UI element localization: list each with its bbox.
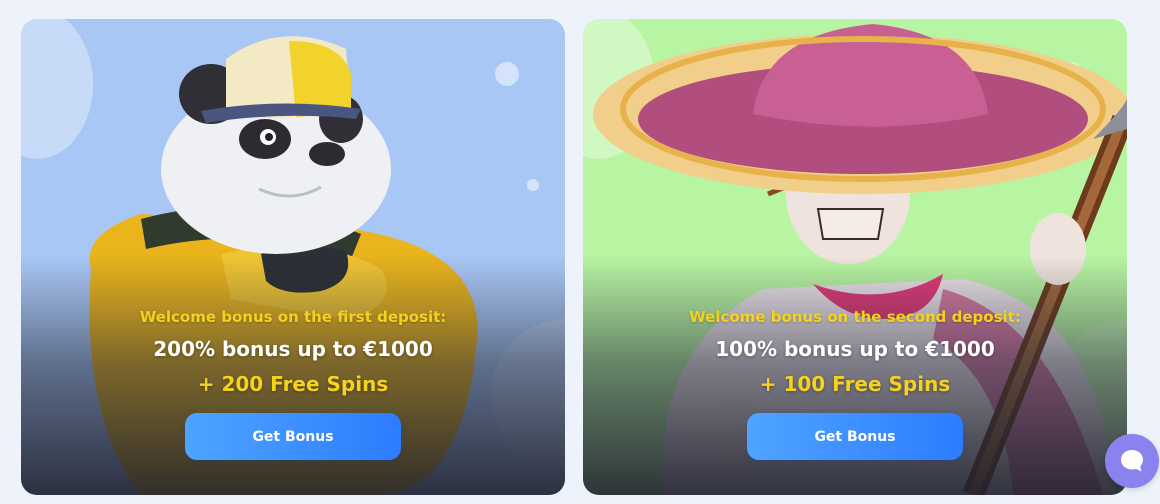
get-bonus-button[interactable]: Get Bonus <box>185 413 401 460</box>
bonus-card-first-deposit: Welcome bonus on the first deposit: 200%… <box>21 19 565 495</box>
bonus-subtitle: Welcome bonus on the second deposit: <box>689 308 1021 326</box>
free-spins: + 100 Free Spins <box>759 372 951 396</box>
chat-bubble-icon <box>1121 450 1143 472</box>
chat-widget-button[interactable] <box>1105 434 1159 488</box>
bonus-text-block: Welcome bonus on the first deposit: 200%… <box>21 307 565 397</box>
bonus-card-second-deposit: Welcome bonus on the second deposit: 100… <box>583 19 1127 495</box>
bonus-text-block: Welcome bonus on the second deposit: 100… <box>583 307 1127 397</box>
bonus-offer: 200% bonus up to €1000 <box>153 337 433 361</box>
free-spins: + 200 Free Spins <box>197 372 389 396</box>
bonus-subtitle: Welcome bonus on the first deposit: <box>139 308 447 326</box>
get-bonus-button[interactable]: Get Bonus <box>747 413 963 460</box>
bonus-offer: 100% bonus up to €1000 <box>715 337 995 361</box>
